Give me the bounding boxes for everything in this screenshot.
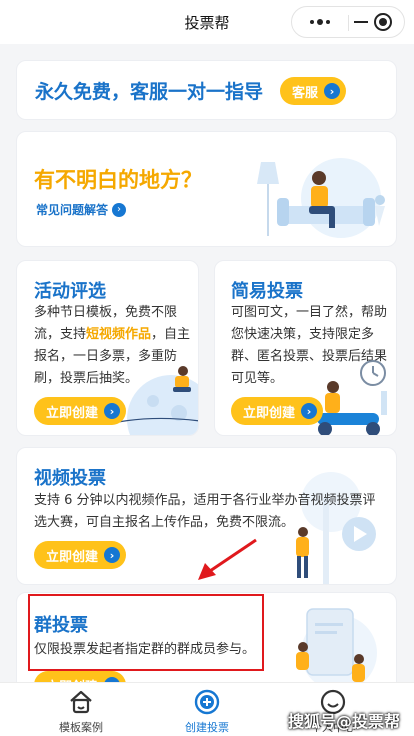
banner-text: 永久免费，客服一对一指导	[35, 81, 264, 103]
create-button-label: 立即创建	[243, 405, 296, 421]
create-button-label: 立即创建	[46, 405, 99, 421]
activity-create-button[interactable]: 立即创建 ›	[34, 397, 127, 425]
chevron-right-icon: ›	[301, 403, 318, 419]
chevron-right-icon: ›	[104, 547, 121, 563]
video-create-button[interactable]: 立即创建 ›	[34, 541, 127, 569]
faq-link[interactable]: 常见问题解答 ›	[36, 201, 127, 218]
chevron-right-icon: ›	[112, 202, 127, 217]
activity-desc-highlight: 短视频作品	[86, 327, 152, 342]
navigation-bar: 投票帮	[0, 0, 414, 44]
chevron-right-icon: ›	[324, 83, 341, 99]
service-banner-card[interactable]: 永久免费，客服一对一指导 客服 ›	[16, 60, 397, 120]
customer-service-label: 客服	[292, 85, 319, 101]
video-title: 视频投票	[34, 468, 106, 489]
mini-program-capsule	[291, 6, 405, 38]
help-title: 有不明白的地方？	[34, 168, 202, 192]
activity-title: 活动评选	[34, 281, 106, 302]
sofa-person-illustration	[257, 158, 385, 238]
activity-vote-card[interactable]: 活动评选 多种节日模板，免费不限流，支持短视频作品，自主报名，一日多票，多重防刷…	[16, 260, 199, 436]
simple-title: 简易投票	[231, 281, 303, 302]
video-vote-card[interactable]: 视频投票 支持 6 分钟以内视频作品，适用于各行业举办音视频投票评选大赛，可自主…	[16, 447, 397, 585]
help-card[interactable]: 有不明白的地方？ 常见问题解答 ›	[16, 131, 397, 247]
more-icon[interactable]	[292, 7, 348, 37]
tab-create-vote-label: 创建投票	[185, 721, 229, 734]
simple-create-button[interactable]: 立即创建 ›	[231, 397, 324, 425]
video-description: 支持 6 分钟以内视频作品，适用于各行业举办音视频投票评选大赛，可自主报名上传作…	[34, 493, 376, 530]
tab-create-vote[interactable]: 创建投票	[138, 683, 276, 736]
tab-templates-label: 模板案例	[59, 721, 103, 734]
close-target-icon[interactable]	[374, 13, 392, 31]
home-icon	[70, 690, 92, 714]
customer-service-button[interactable]: 客服 ›	[280, 77, 347, 105]
chevron-right-icon: ›	[104, 403, 121, 419]
create-button-label: 立即创建	[46, 549, 99, 565]
moon-illustration	[113, 366, 198, 435]
faq-link-label: 常见问题解答	[36, 203, 109, 217]
annotation-highlight-box	[28, 594, 264, 671]
simple-vote-card[interactable]: 简易投票 可图可文，一目了然，帮助您快速决策，支持限定多群、匿名投票、投票后结果…	[214, 260, 397, 436]
plus-circle-icon	[194, 689, 220, 715]
watermark: 搜狐号@投票帮	[288, 712, 401, 731]
tab-templates[interactable]: 模板案例	[12, 683, 150, 736]
